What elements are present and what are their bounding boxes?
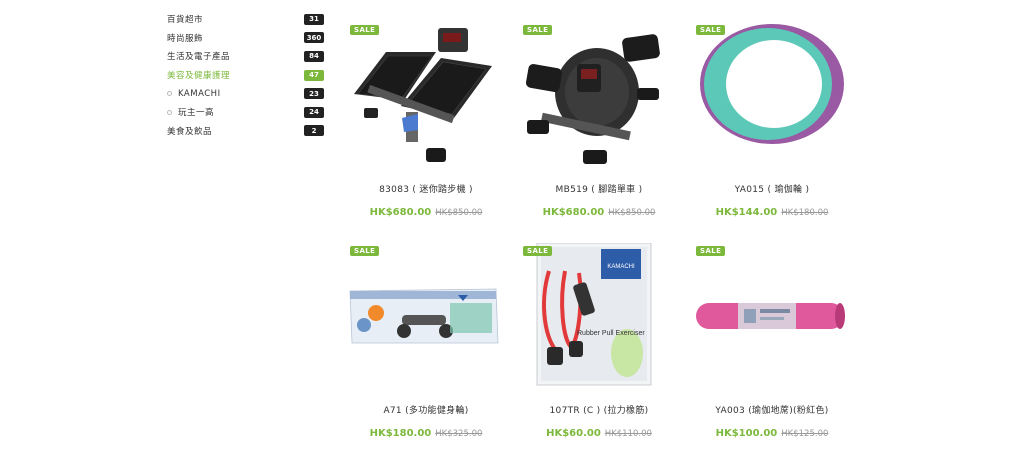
category-count-badge: 2 (304, 125, 324, 137)
subcategory-item-wanzhu[interactable]: 玩主一高 24 (167, 103, 324, 122)
original-price: HK$110.00 (604, 429, 652, 439)
product-name[interactable]: 83083 ( 迷你踏步機 ) (346, 182, 506, 195)
original-price: HK$850.00 (435, 208, 483, 218)
product-name[interactable]: A71 (多功能健身輪) (346, 403, 506, 416)
original-price: HK$325.00 (435, 429, 483, 439)
product-name[interactable]: YA003 (瑜伽地蓆)(粉紅色) (692, 403, 852, 416)
product-image-rubber-pull-exerciser[interactable]: KAMACHI Rubber Pull Exerciser SALE (519, 243, 679, 393)
category-label: 百貨超市 (167, 15, 204, 26)
category-sidebar: 百貨超市 31 時尚服飾 360 生活及電子產品 84 美容及健康護理 47 K… (167, 10, 324, 140)
sale-badge: SALE (696, 246, 726, 256)
product-prices: HK$144.00 HK$180.00 (692, 200, 852, 219)
sale-price: HK$680.00 (542, 207, 605, 218)
sale-price: HK$100.00 (715, 428, 778, 439)
category-label: 美容及健康護理 (167, 71, 231, 82)
sale-badge: SALE (350, 246, 380, 256)
category-count-badge: 84 (304, 50, 324, 62)
product-image-yoga-wheel[interactable]: SALE (692, 22, 852, 172)
product-name[interactable]: 107TR (C ) (拉力橡筋) (519, 403, 679, 416)
category-item-electronics[interactable]: 生活及電子產品 84 (167, 47, 324, 66)
sale-price: HK$144.00 (715, 207, 778, 218)
bullet-icon (167, 110, 172, 116)
bullet-icon (167, 90, 172, 96)
original-price: HK$850.00 (608, 208, 656, 218)
category-item-beauty-health[interactable]: 美容及健康護理 47 (167, 66, 324, 85)
sale-badge: SALE (523, 25, 553, 35)
product-image-pedal-exerciser[interactable]: SALE (519, 22, 679, 172)
category-label: 時尚服飾 (167, 33, 204, 44)
category-count-badge: 24 (304, 106, 324, 118)
product-prices: HK$100.00 HK$125.00 (692, 421, 852, 440)
category-label: 玩主一高 (178, 108, 215, 119)
sale-badge: SALE (523, 246, 553, 256)
category-label: 美食及飲品 (167, 126, 213, 137)
product-prices: HK$60.00 HK$110.00 (519, 421, 679, 440)
sale-price: HK$680.00 (369, 207, 432, 218)
category-item-fashion[interactable]: 時尚服飾 360 (167, 29, 324, 48)
product-prices: HK$680.00 HK$850.00 (519, 200, 679, 219)
product-prices: HK$680.00 HK$850.00 (346, 200, 506, 219)
category-count-badge: 360 (304, 32, 324, 44)
sale-price: HK$180.00 (369, 428, 432, 439)
sale-price: HK$60.00 (546, 428, 601, 439)
original-price: HK$180.00 (781, 208, 829, 218)
category-item-food-drinks[interactable]: 美食及飲品 2 (167, 122, 324, 141)
category-label: 生活及電子產品 (167, 52, 231, 63)
box-caption-text: Rubber Pull Exerciser (577, 330, 645, 337)
original-price: HK$125.00 (781, 429, 829, 439)
category-label: KAMACHI (178, 88, 221, 99)
product-image-mini-stepper[interactable]: SALE (346, 22, 506, 172)
box-brand-text: KAMACHI (607, 264, 635, 270)
product-name[interactable]: MB519 ( 腳踏單車 ) (519, 182, 679, 195)
product-prices: HK$180.00 HK$325.00 (346, 421, 506, 440)
category-count-badge: 31 (304, 13, 324, 25)
category-count-badge: 47 (304, 69, 324, 81)
sale-badge: SALE (696, 25, 726, 35)
sale-badge: SALE (350, 25, 380, 35)
product-name[interactable]: YA015 ( 瑜伽輪 ) (692, 182, 852, 195)
product-image-exercise-wheel-box[interactable]: SALE (346, 243, 506, 393)
product-image-yoga-mat-pink[interactable]: SALE (692, 243, 852, 393)
subcategory-item-kamachi[interactable]: KAMACHI 23 (167, 84, 324, 103)
category-item-groceries[interactable]: 百貨超市 31 (167, 10, 324, 29)
category-count-badge: 23 (304, 88, 324, 100)
